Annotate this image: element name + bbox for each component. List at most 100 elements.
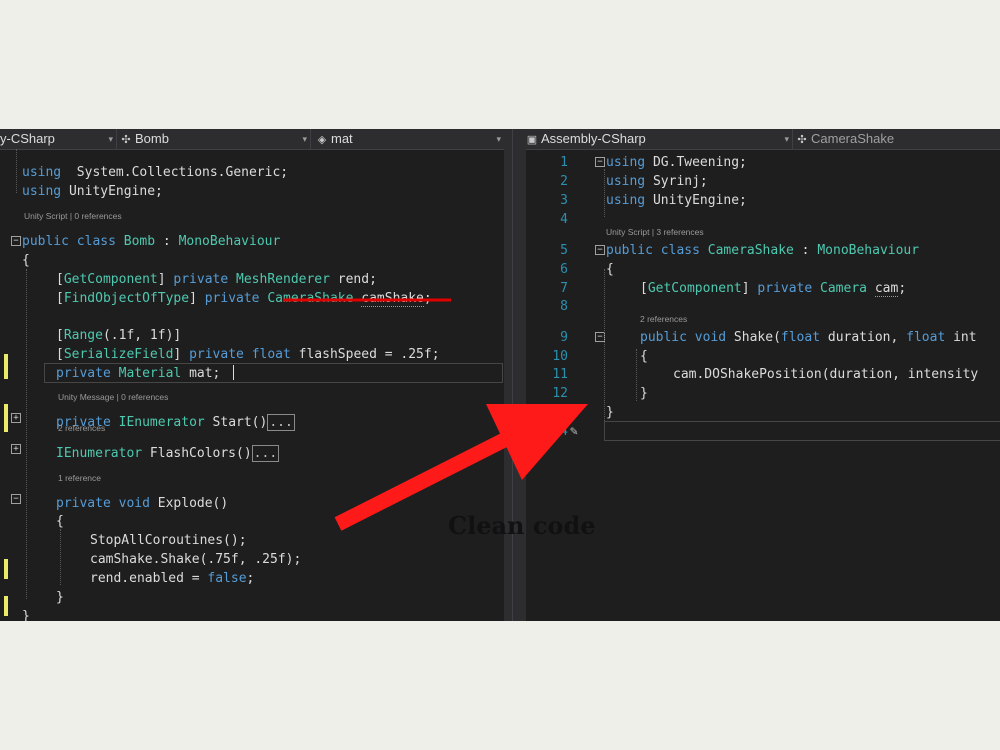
line-number: 11 [552, 367, 568, 382]
code-token: float [906, 330, 946, 345]
code-token: rend; [329, 272, 377, 287]
code-line: camShake.Shake(.75f, .25f); [90, 550, 301, 569]
editor-splitter[interactable] [504, 129, 526, 621]
code-lens-references[interactable]: 2 references [640, 314, 687, 324]
code-token: false [207, 571, 247, 586]
code-token: void [694, 330, 727, 345]
code-token: class [76, 234, 116, 249]
code-token: ; [898, 281, 907, 296]
code-token: MeshRenderer [236, 272, 330, 287]
code-token: using [606, 155, 646, 170]
code-line: { [640, 347, 648, 366]
code-line: rend.enabled = false; [90, 569, 254, 588]
left-editor-pane: y-CSharp ▾ ✣ Bomb ▾ ◈ mat ▾ using System.C… [0, 129, 504, 621]
code-token: private [173, 272, 229, 287]
code-token: CameraShake [267, 291, 354, 306]
fold-toggle-icon[interactable] [595, 157, 605, 167]
line-number: 2 [560, 174, 568, 189]
left-member-dropdown[interactable]: ◈ mat ▾ [316, 129, 504, 149]
code-token: float [780, 330, 821, 345]
code-token: System.Collections.Generic; [61, 165, 289, 180]
code-token: MonoBehaviour [178, 234, 281, 249]
change-marker [4, 354, 8, 379]
code-token: { [22, 253, 30, 268]
current-line-highlight [44, 363, 503, 383]
code-token: GetComponent [647, 281, 742, 296]
code-line: using Syrinj; [606, 172, 708, 191]
code-line: } [56, 588, 64, 607]
code-token: using [606, 174, 646, 189]
code-line: IEnumerator FlashColors()... [56, 444, 280, 463]
code-token: MonoBehaviour [817, 243, 920, 258]
code-token: } [22, 609, 30, 621]
left-project-dropdown[interactable]: y-CSharp ▾ [0, 129, 117, 149]
code-token: [ [56, 347, 64, 362]
code-token: GetComponent [63, 272, 158, 287]
chevron-down-icon: ▾ [784, 134, 789, 144]
text-caret [233, 365, 234, 380]
collapsed-region[interactable]: ... [251, 445, 280, 462]
line-number: 13 [552, 405, 568, 420]
code-lens-references[interactable]: Unity Message | 0 references [58, 392, 168, 402]
code-lens-references[interactable]: 1 reference [58, 473, 101, 483]
code-token: : [155, 234, 179, 249]
left-code-area[interactable]: using System.Collections.Generic; using U… [0, 149, 504, 621]
right-project-dropdown[interactable]: ▣ Assembly-CSharp ▾ [526, 129, 793, 149]
fold-toggle-icon[interactable] [11, 444, 21, 454]
code-token: flashSpeed = .25f; [290, 347, 440, 362]
code-token: CameraShake [707, 243, 794, 258]
indent-guide [60, 529, 61, 585]
code-token: IEnumerator [118, 415, 205, 430]
left-class-dropdown[interactable]: ✣ Bomb ▾ [120, 129, 311, 149]
code-token: StopAllCoroutines(); [90, 533, 247, 548]
code-line: } [22, 607, 30, 621]
code-token: using [22, 165, 62, 180]
fold-toggle-icon[interactable] [11, 494, 21, 504]
code-line: using System.Collections.Generic; [22, 163, 288, 182]
fold-toggle-icon[interactable] [11, 236, 21, 246]
code-token: Bomb [123, 234, 156, 249]
change-marker [4, 559, 8, 579]
code-token: cam [874, 281, 899, 296]
code-token: Start() [204, 415, 268, 430]
code-line: public class Bomb : MonoBehaviour [22, 232, 280, 251]
code-line: public void Shake(float duration, float … [640, 328, 977, 347]
code-lens-references[interactable]: Unity Script | 0 references [24, 211, 122, 221]
line-number: 12 [552, 386, 568, 401]
fold-toggle-icon[interactable] [595, 245, 605, 255]
right-class-dropdown[interactable]: ✣ CameraShake [796, 129, 1000, 149]
line-number: 4 [560, 212, 568, 227]
code-token: private [204, 291, 260, 306]
code-token: private [757, 281, 813, 296]
collapsed-region[interactable]: ... [267, 414, 295, 431]
code-token: FindObjectOfType [63, 291, 190, 306]
code-token: } [56, 590, 64, 605]
code-token: camShake [361, 291, 424, 306]
code-line: [FindObjectOfType] private CameraShake c… [56, 289, 432, 308]
code-token: rend.enabled = [90, 571, 208, 586]
right-class-label: CameraShake [811, 131, 895, 146]
code-token: public [640, 330, 687, 345]
fold-toggle-icon[interactable] [11, 413, 21, 423]
line-number: 8 [560, 299, 568, 314]
code-token: void [118, 496, 150, 511]
code-lens-references[interactable]: 2 references [58, 423, 105, 433]
code-lens-references[interactable]: Unity Script | 3 references [606, 227, 704, 237]
right-code-area[interactable]: 1 2 3 4 5 6 7 8 9 10 11 12 13 14 using DG.Tweening; usi… [526, 149, 1000, 621]
code-token: [ [640, 281, 648, 296]
line-number: 14 [552, 424, 568, 439]
line-number: 7 [560, 281, 568, 296]
code-token: : [793, 243, 818, 258]
code-token: { [56, 514, 64, 529]
code-token: (.1f, 1f)] [102, 328, 182, 343]
line-number: 9 [560, 330, 568, 345]
indent-guide [636, 349, 637, 401]
code-token: [ [56, 291, 64, 306]
code-token: Range [63, 328, 103, 343]
change-marker [4, 404, 8, 432]
code-token: [ [56, 328, 64, 343]
quick-actions-icon[interactable]: ✎ [570, 422, 578, 441]
code-token: class [660, 243, 700, 258]
